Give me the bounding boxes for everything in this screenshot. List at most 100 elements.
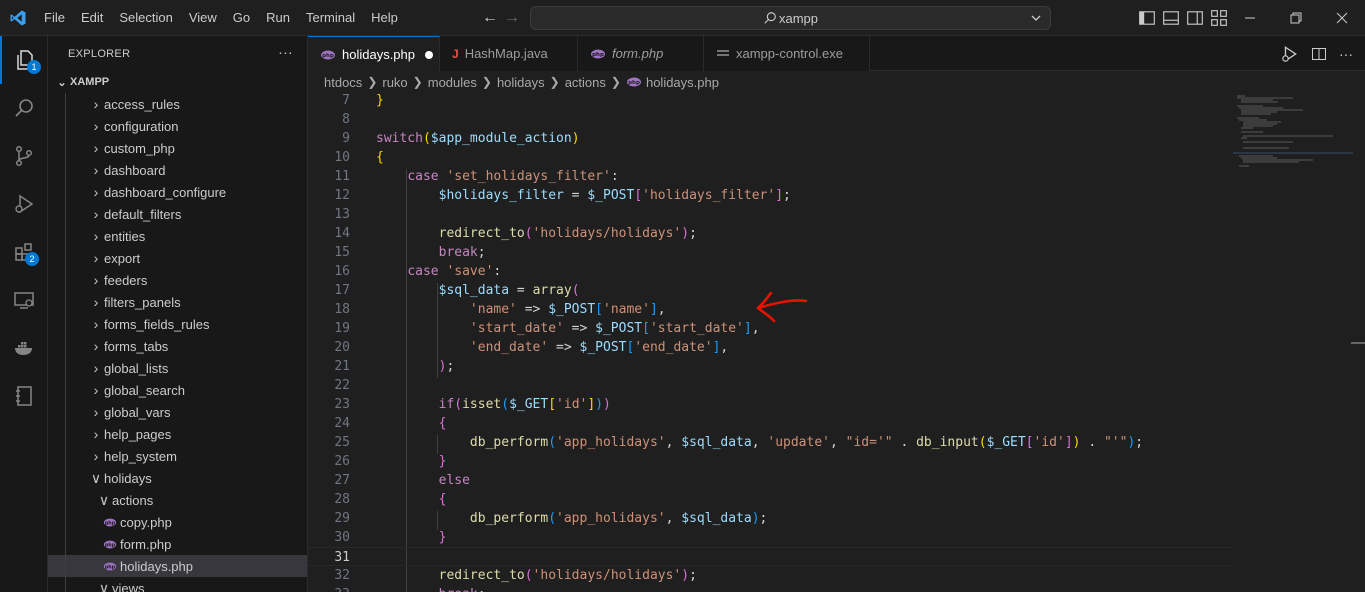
tree-folder[interactable]: › global_lists xyxy=(48,357,307,379)
code-line[interactable]: 30 } xyxy=(308,528,1233,547)
code-line[interactable]: 21 ); xyxy=(308,357,1233,376)
activity-docker[interactable] xyxy=(0,324,48,372)
code-line[interactable]: 16 case 'save': xyxy=(308,262,1233,281)
code-line[interactable]: 11 case 'set_holidays_filter': xyxy=(308,167,1233,186)
tree-folder[interactable]: ∨ actions xyxy=(48,489,307,511)
tree-folder[interactable]: › dashboard_configure xyxy=(48,181,307,203)
tree-folder[interactable]: › access_rules xyxy=(48,93,307,115)
customize-layout-icon[interactable] xyxy=(1210,9,1228,27)
code-editor[interactable]: 7} 8 9 switch($app_module_action) 10 {11 case… xyxy=(308,93,1365,592)
tree-folder[interactable]: › custom_php xyxy=(48,137,307,159)
code-line[interactable]: 24 { xyxy=(308,414,1233,433)
breadcrumb-item[interactable]: ruko xyxy=(382,75,407,90)
breadcrumb-item[interactable]: modules xyxy=(428,75,477,90)
menu-edit[interactable]: Edit xyxy=(73,0,111,36)
restore-button[interactable] xyxy=(1273,0,1319,36)
tree-folder[interactable]: › help_system xyxy=(48,445,307,467)
minimap-preview xyxy=(1233,93,1353,183)
minimap[interactable] xyxy=(1233,93,1353,592)
activity-run-debug[interactable] xyxy=(0,180,48,228)
code-line[interactable]: 23 if(isset($_GET['id'])) xyxy=(308,395,1233,414)
breadcrumb-item[interactable]: htdocs xyxy=(324,75,362,90)
command-center-search[interactable]: xampp xyxy=(530,6,1051,30)
indent-guide xyxy=(65,445,66,467)
tab-xampp-control-exe[interactable]: xampp-control.exe xyxy=(704,36,870,71)
code-line[interactable]: 29 db_perform('app_holidays', $sql_data)… xyxy=(308,509,1233,528)
chevron-down-icon[interactable] xyxy=(1028,10,1044,26)
tree-folder[interactable]: › entities xyxy=(48,225,307,247)
activity-search[interactable] xyxy=(0,84,48,132)
back-arrow-icon[interactable]: ← xyxy=(482,9,498,27)
tree-folder[interactable]: › feeders xyxy=(48,269,307,291)
code-line[interactable]: 15 break; xyxy=(308,243,1233,262)
activity-notebook[interactable] xyxy=(0,372,48,420)
activity-extensions[interactable]: 2 xyxy=(0,228,48,276)
tab-form-php[interactable]: php form.php xyxy=(578,36,704,71)
tree-folder[interactable]: › filters_panels xyxy=(48,291,307,313)
vertical-scrollbar[interactable] xyxy=(1351,93,1365,592)
menu-terminal[interactable]: Terminal xyxy=(298,0,363,36)
tree-folder[interactable]: › forms_tabs xyxy=(48,335,307,357)
code-line[interactable]: 33 break; xyxy=(308,585,1233,592)
tab-holidays-php[interactable]: php holidays.php xyxy=(308,36,440,72)
minimize-button[interactable] xyxy=(1227,0,1273,36)
unsaved-dot-icon[interactable] xyxy=(425,50,433,59)
tab-hashmap-java[interactable]: J HashMap.java xyxy=(440,36,578,71)
code-line[interactable]: 26 } xyxy=(308,452,1233,471)
menu-help[interactable]: Help xyxy=(363,0,406,36)
tree-folder[interactable]: › global_search xyxy=(48,379,307,401)
code-line[interactable]: 7} xyxy=(308,93,1233,110)
forward-arrow-icon[interactable]: → xyxy=(504,9,520,27)
menu-selection[interactable]: Selection xyxy=(111,0,180,36)
menu-file[interactable]: File xyxy=(36,0,73,36)
code-line[interactable]: 9 switch($app_module_action) xyxy=(308,129,1233,148)
code-line[interactable]: 31 xyxy=(308,547,1233,566)
code-line[interactable]: 25 db_perform('app_holidays', $sql_data,… xyxy=(308,433,1233,452)
code-line[interactable]: 12 $holidays_filter = $_POST['holidays_f… xyxy=(308,186,1233,205)
tree-folder[interactable]: ∨ views xyxy=(48,577,307,592)
breadcrumb-item[interactable]: holidays xyxy=(497,75,545,90)
menu-run[interactable]: Run xyxy=(258,0,298,36)
more-actions-icon[interactable]: ··· xyxy=(1339,46,1353,62)
breadcrumb-item[interactable]: actions xyxy=(565,75,606,90)
activity-explorer[interactable]: 1 xyxy=(0,36,48,84)
toggle-panel-icon[interactable] xyxy=(1162,9,1180,27)
tab-label: form.php xyxy=(612,46,664,61)
tree-folder[interactable]: › default_filters xyxy=(48,203,307,225)
chevron-down-icon: ∨ xyxy=(98,579,110,592)
tree-file[interactable]: php copy.php xyxy=(48,511,307,533)
root-folder[interactable]: ⌄ XAMPP xyxy=(48,71,307,93)
tree-label: help_system xyxy=(104,448,177,464)
tree-folder[interactable]: › forms_fields_rules xyxy=(48,313,307,335)
split-editor-icon[interactable] xyxy=(1311,46,1327,62)
code-line[interactable]: 27 else xyxy=(308,471,1233,490)
tree-folder[interactable]: › help_pages xyxy=(48,423,307,445)
tree-file[interactable]: php holidays.php xyxy=(48,555,307,577)
activity-remote-explorer[interactable] xyxy=(0,276,48,324)
code-line[interactable]: 22 xyxy=(308,376,1233,395)
more-actions-icon[interactable]: ··· xyxy=(278,44,293,60)
menu-go[interactable]: Go xyxy=(225,0,258,36)
toggle-primary-sidebar-icon[interactable] xyxy=(1138,9,1156,27)
code-line[interactable]: 20 'end_date' => $_POST['end_date'], xyxy=(308,338,1233,357)
line-number: 11 xyxy=(334,169,350,184)
tree-folder[interactable]: › export xyxy=(48,247,307,269)
code-line[interactable]: 14 redirect_to('holidays/holidays'); xyxy=(308,224,1233,243)
run-file-icon[interactable] xyxy=(1281,45,1299,63)
tree-folder[interactable]: › dashboard xyxy=(48,159,307,181)
menu-view[interactable]: View xyxy=(181,0,225,36)
tree-folder[interactable]: › global_vars xyxy=(48,401,307,423)
code-line[interactable]: 10 { xyxy=(308,148,1233,167)
code-line[interactable]: 13 xyxy=(308,205,1233,224)
tree-folder[interactable]: › configuration xyxy=(48,115,307,137)
close-button[interactable] xyxy=(1319,0,1365,36)
tree-folder[interactable]: ∨ holidays xyxy=(48,467,307,489)
breadcrumb-item[interactable]: holidays.php xyxy=(646,75,719,90)
activity-source-control[interactable] xyxy=(0,132,48,180)
tree-file[interactable]: php form.php xyxy=(48,533,307,555)
sidebar-header: EXPLORER ··· xyxy=(48,36,307,71)
code-line[interactable]: 28 { xyxy=(308,490,1233,509)
toggle-secondary-sidebar-icon[interactable] xyxy=(1186,9,1204,27)
code-line[interactable]: 8 xyxy=(308,110,1233,129)
code-line[interactable]: 32 redirect_to('holidays/holidays'); xyxy=(308,566,1233,585)
